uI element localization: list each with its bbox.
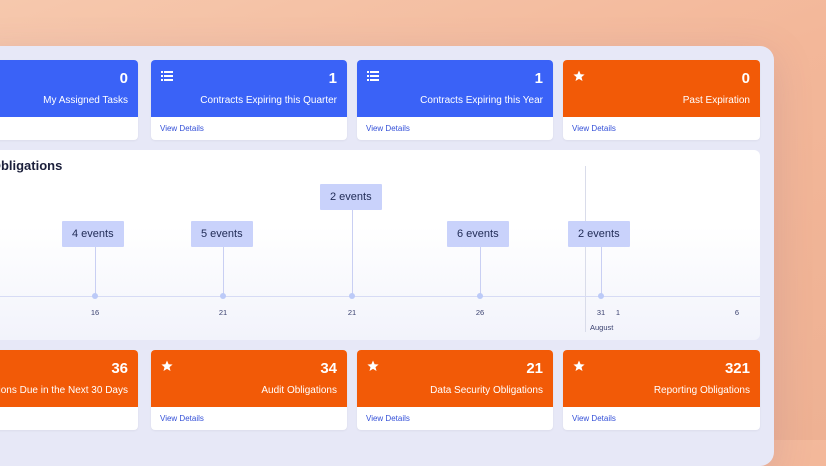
month-label: August <box>590 323 614 332</box>
card-count: 321 <box>724 360 750 377</box>
card-obligations-due-30-days[interactable]: 36 tions Due in the Next 30 Days <box>0 350 138 430</box>
event-dot[interactable] <box>477 293 483 299</box>
view-details-link[interactable]: View Details <box>160 124 204 133</box>
card-audit-obligations[interactable]: 34 Audit Obligations View Details <box>151 350 347 430</box>
tick-label: 21 <box>218 308 228 317</box>
view-details-link[interactable]: View Details <box>572 124 616 133</box>
event-box[interactable]: 2 events <box>320 184 382 210</box>
tick-label: 21 <box>347 308 357 317</box>
card-label: Data Security Obligations <box>430 385 543 396</box>
card-label: tions Due in the Next 30 Days <box>0 385 128 396</box>
card-count: 36 <box>111 360 128 377</box>
timeline-axis <box>0 296 760 297</box>
card-label: Audit Obligations <box>261 385 337 396</box>
view-details-link[interactable]: View Details <box>366 124 410 133</box>
card-count: 1 <box>328 70 337 87</box>
card-count: 34 <box>320 360 337 377</box>
event-box[interactable]: 2 events <box>568 221 630 247</box>
tick-label: 1 <box>615 308 621 317</box>
card-label: Past Expiration <box>682 95 750 106</box>
card-contracts-expiring-year[interactable]: 1 Contracts Expiring this Year View Deta… <box>357 60 553 140</box>
month-divider <box>585 166 586 332</box>
view-details-link[interactable]: View Details <box>160 414 204 423</box>
view-details-link[interactable]: View Details <box>366 414 410 423</box>
list-icon <box>367 71 379 81</box>
card-count: 0 <box>119 70 128 87</box>
star-icon <box>573 70 585 81</box>
event-box[interactable]: 6 events <box>447 221 509 247</box>
event-connector <box>352 210 353 297</box>
card-data-security-obligations[interactable]: 21 Data Security Obligations View Detail… <box>357 350 553 430</box>
card-label: My Assigned Tasks <box>43 95 128 106</box>
card-label: Contracts Expiring this Quarter <box>200 95 337 106</box>
event-dot[interactable] <box>598 293 604 299</box>
tick-label: 26 <box>475 308 485 317</box>
event-connector <box>601 247 602 297</box>
card-count: 21 <box>526 360 543 377</box>
tick-label: 6 <box>734 308 740 317</box>
event-dot[interactable] <box>92 293 98 299</box>
view-details-link[interactable]: View Details <box>572 414 616 423</box>
event-box[interactable]: 4 events <box>62 221 124 247</box>
card-my-assigned-tasks[interactable]: 0 My Assigned Tasks <box>0 60 138 140</box>
card-label: Reporting Obligations <box>653 385 750 396</box>
star-icon <box>367 360 379 371</box>
card-label: Contracts Expiring this Year <box>420 95 543 106</box>
tick-label: 31 <box>596 308 606 317</box>
card-contracts-expiring-quarter[interactable]: 1 Contracts Expiring this Quarter View D… <box>151 60 347 140</box>
event-connector <box>223 247 224 297</box>
obligations-timeline: e Obligations 4 events 5 events 2 events… <box>0 150 760 340</box>
event-connector <box>95 247 96 297</box>
star-icon <box>161 360 173 371</box>
timeline-title: e Obligations <box>0 158 63 173</box>
card-reporting-obligations[interactable]: 321 Reporting Obligations View Details <box>563 350 760 430</box>
event-dot[interactable] <box>220 293 226 299</box>
card-past-expiration[interactable]: 0 Past Expiration View Details <box>563 60 760 140</box>
card-count: 1 <box>534 70 543 87</box>
event-box[interactable]: 5 events <box>191 221 253 247</box>
tick-label: 16 <box>90 308 100 317</box>
star-icon <box>573 360 585 371</box>
event-dot[interactable] <box>349 293 355 299</box>
card-count: 0 <box>741 70 750 87</box>
event-connector <box>480 247 481 297</box>
list-icon <box>161 71 173 81</box>
